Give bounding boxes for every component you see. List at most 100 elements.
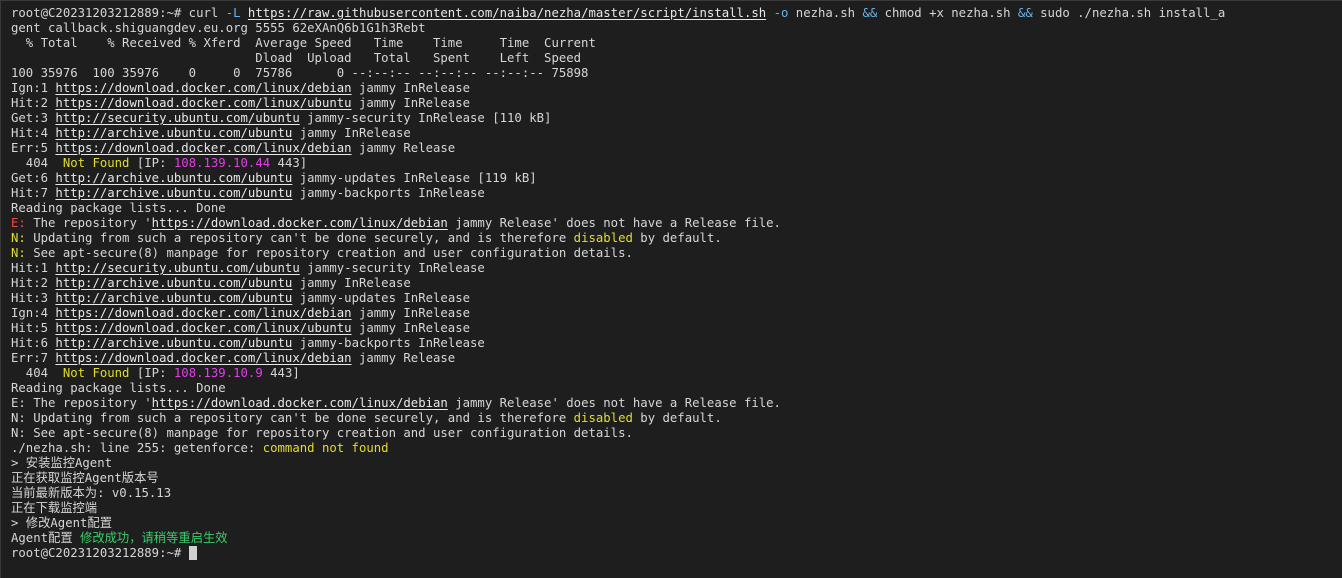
terminal-line: 404 Not Found [IP: 108.139.10.44 443] <box>11 156 1342 171</box>
terminal-line: Ign:1 https://download.docker.com/linux/… <box>11 81 1342 96</box>
terminal-line: Hit:6 http://archive.ubuntu.com/ubuntu j… <box>11 336 1342 351</box>
terminal-text: Hit:6 <box>11 336 56 350</box>
terminal-text: Hit:3 <box>11 291 56 305</box>
terminal-link[interactable]: https://download.docker.com/linux/debian <box>55 81 351 95</box>
terminal-line: Err:5 https://download.docker.com/linux/… <box>11 141 1342 156</box>
terminal-text: See apt-secure(8) manpage for repository… <box>25 246 633 260</box>
terminal-text: 404 <box>11 366 63 380</box>
terminal-line: N: Updating from such a repository can't… <box>11 411 1342 426</box>
terminal-text: by default. <box>632 411 722 425</box>
terminal-link[interactable]: https://download.docker.com/linux/ubuntu <box>55 96 351 110</box>
terminal-text: Hit:4 <box>11 126 56 140</box>
terminal-link[interactable]: http://archive.ubuntu.com/ubuntu <box>55 336 292 350</box>
terminal-line: > 修改Agent配置 <box>11 516 1342 531</box>
terminal-text: Agent配置 <box>11 531 81 545</box>
terminal-text: jammy-updates InRelease [119 kB] <box>292 171 537 185</box>
terminal-line: Hit:1 http://security.ubuntu.com/ubuntu … <box>11 261 1342 276</box>
terminal-text: && <box>1017 6 1033 20</box>
terminal-text: jammy-updates InRelease <box>292 291 471 305</box>
terminal-text: jammy Release <box>351 141 456 155</box>
terminal-link[interactable]: https://download.docker.com/linux/debian <box>55 306 351 320</box>
terminal-link[interactable]: https://download.docker.com/linux/debian <box>55 141 351 155</box>
terminal-line: Dload Upload Total Spent Left Speed <box>11 51 1342 66</box>
terminal-link[interactable]: http://archive.ubuntu.com/ubuntu <box>55 186 292 200</box>
terminal-line: Get:6 http://archive.ubuntu.com/ubuntu j… <box>11 171 1342 186</box>
terminal-line: Hit:2 http://archive.ubuntu.com/ubuntu j… <box>11 276 1342 291</box>
terminal-link[interactable]: http://archive.ubuntu.com/ubuntu <box>55 276 292 290</box>
terminal-link[interactable]: https://raw.githubusercontent.com/naiba/… <box>248 6 766 20</box>
terminal-text: Hit:1 <box>11 261 56 275</box>
terminal-line: N: See apt-secure(8) manpage for reposit… <box>11 246 1342 261</box>
terminal-text: jammy Release <box>351 351 456 365</box>
terminal-text: 443] <box>262 366 300 380</box>
terminal-text: jammy InRelease <box>351 306 471 320</box>
terminal-text: jammy InRelease <box>351 81 471 95</box>
terminal-text: jammy-backports InRelease <box>292 336 485 350</box>
terminal-text: % Total % Received % Xferd Average Speed… <box>11 36 596 50</box>
terminal-text: 100 35976 100 35976 0 0 75786 0 --:--:--… <box>11 66 589 80</box>
terminal-link[interactable]: http://security.ubuntu.com/ubuntu <box>55 111 299 125</box>
terminal-text: -o <box>773 6 789 20</box>
terminal-text: [IP: <box>129 156 174 170</box>
terminal-text: jammy-security InRelease <box>299 261 485 275</box>
terminal-text: N: <box>11 231 26 245</box>
terminal-line: 100 35976 100 35976 0 0 75786 0 --:--:--… <box>11 66 1342 81</box>
terminal-line: Get:3 http://security.ubuntu.com/ubuntu … <box>11 111 1342 126</box>
terminal-line: Ign:4 https://download.docker.com/linux/… <box>11 306 1342 321</box>
terminal-text: chmod +x nezha.sh <box>877 6 1018 20</box>
terminal-text: 404 <box>11 156 63 170</box>
terminal-text: -L <box>225 6 241 20</box>
terminal-link[interactable]: https://download.docker.com/linux/debian <box>152 216 448 230</box>
terminal-line: % Total % Received % Xferd Average Speed… <box>11 36 1342 51</box>
terminal-text: disabled <box>573 231 633 245</box>
terminal-text: jammy InRelease <box>351 96 471 110</box>
terminal-text: jammy InRelease <box>292 126 411 140</box>
terminal-text: sudo ./nezha.sh install_a <box>1032 6 1226 20</box>
terminal-line: Hit:4 http://archive.ubuntu.com/ubuntu j… <box>11 126 1342 141</box>
terminal-text: Not Found <box>62 156 130 170</box>
terminal-text: gent callback.shiguangdev.eu.org 5555 62… <box>11 21 426 35</box>
terminal-text: Reading package lists... Done <box>11 201 226 215</box>
terminal-text: Ign:4 <box>11 306 56 320</box>
terminal-link[interactable]: https://download.docker.com/linux/debian <box>152 396 448 410</box>
terminal-text: Hit:2 <box>11 276 56 290</box>
terminal-text: Hit:7 <box>11 186 56 200</box>
terminal-line: Agent配置 修改成功，请稍等重启生效 <box>11 531 1342 546</box>
terminal-text: 当前最新版本为: v0.15.13 <box>11 486 172 500</box>
terminal-line: Err:7 https://download.docker.com/linux/… <box>11 351 1342 366</box>
terminal-text: 修改成功，请稍等重启生效 <box>80 531 228 545</box>
terminal-text: root@C20231203212889:~# <box>11 546 189 560</box>
terminal-line: N: Updating from such a repository can't… <box>11 231 1342 246</box>
terminal-line: Hit:7 http://archive.ubuntu.com/ubuntu j… <box>11 186 1342 201</box>
terminal-text: jammy-backports InRelease <box>292 186 485 200</box>
terminal-text: [IP: <box>129 366 174 380</box>
terminal-text: > 安装监控Agent <box>11 456 113 470</box>
terminal-line: root@C20231203212889:~# <box>11 546 1342 561</box>
terminal-text: root@C20231203212889:~# curl <box>11 6 226 20</box>
terminal-line: Hit:2 https://download.docker.com/linux/… <box>11 96 1342 111</box>
terminal-line: 404 Not Found [IP: 108.139.10.9 443] <box>11 366 1342 381</box>
terminal-window[interactable]: root@C20231203212889:~# curl -L https://… <box>0 0 1342 578</box>
terminal-text: 108.139.10.9 <box>173 366 263 380</box>
terminal-text: jammy InRelease <box>351 321 471 335</box>
terminal-text: nezha.sh <box>788 6 863 20</box>
terminal-line: 正在下载监控端 <box>11 501 1342 516</box>
terminal-link[interactable]: http://archive.ubuntu.com/ubuntu <box>55 171 292 185</box>
terminal-text: command not found <box>262 441 389 455</box>
terminal-link[interactable]: http://archive.ubuntu.com/ubuntu <box>55 126 292 140</box>
terminal-line: E: The repository 'https://download.dock… <box>11 216 1342 231</box>
terminal-link[interactable]: https://download.docker.com/linux/debian <box>55 351 351 365</box>
terminal-text: Hit:5 <box>11 321 56 335</box>
terminal-cursor <box>188 546 197 560</box>
terminal-line: root@C20231203212889:~# curl -L https://… <box>11 6 1342 21</box>
terminal-link[interactable]: https://download.docker.com/linux/ubuntu <box>55 321 351 335</box>
terminal-link[interactable]: http://archive.ubuntu.com/ubuntu <box>55 291 292 305</box>
terminal-text: 108.139.10.44 <box>173 156 271 170</box>
terminal-text: by default. <box>632 231 722 245</box>
terminal-link[interactable]: http://security.ubuntu.com/ubuntu <box>55 261 299 275</box>
terminal-text: Not Found <box>62 366 130 380</box>
terminal-text: 正在获取监控Agent版本号 <box>11 471 159 485</box>
terminal-text: && <box>862 6 878 20</box>
